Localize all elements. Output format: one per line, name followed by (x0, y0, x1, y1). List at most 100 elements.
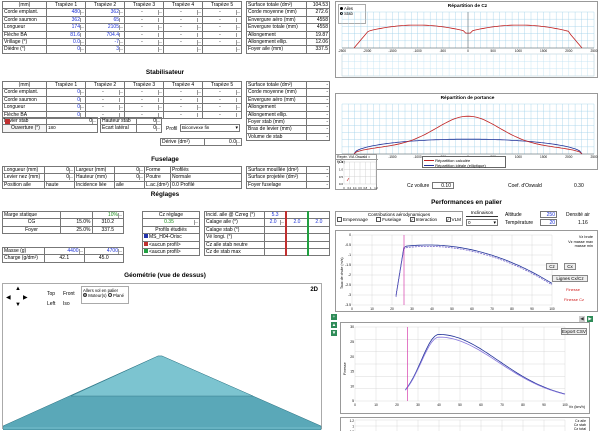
check-vlm[interactable]: ✓ VLM (445, 217, 461, 223)
wing-cell[interactable]: - (163, 38, 203, 47)
view-left-button[interactable]: Left (47, 301, 55, 307)
stab-cell[interactable]: - (85, 103, 125, 112)
wing-cell[interactable]: 0 (46, 45, 86, 54)
wing-cell[interactable]: 81.6 (46, 30, 86, 40)
btn-lignes[interactable]: Lignes Cx/Cz (552, 275, 588, 282)
arrow-right-icon[interactable]: ▶ (23, 294, 28, 301)
check-empennage[interactable]: Empennage (337, 217, 368, 223)
wing-cell[interactable]: 704.4 (85, 30, 125, 40)
oswald-plot: 1.5 1.0 0.5 0.00 0.2 0.4 0.6 0.8 1 1.2 (339, 160, 378, 190)
lac-cell[interactable]: 0.0 Profilé (170, 180, 242, 190)
wing-cell[interactable]: - (202, 38, 242, 47)
arrow-up-icon[interactable]: ▲ (15, 286, 21, 292)
fus-largeur-input[interactable]: 0 (114, 165, 145, 175)
wing-cell[interactable]: - (163, 15, 203, 25)
fus-longueur-input[interactable]: 0 (44, 165, 75, 175)
stab-cell[interactable]: - (163, 110, 203, 120)
profil-3-select[interactable]: <aucun profil> (142, 248, 200, 257)
view-iso-button[interactable]: Iso (63, 301, 70, 307)
hauteur-stab-input[interactable]: 0 (136, 116, 162, 126)
stab-cell[interactable]: - (124, 103, 164, 112)
stab-cell[interactable]: - (85, 95, 125, 105)
wing-cell[interactable]: 2105 (85, 23, 125, 32)
wing-cell[interactable]: - (163, 23, 203, 32)
masse-max-input[interactable]: 4700 (83, 246, 124, 256)
fus-hauteur-input[interactable]: 0 (114, 173, 145, 182)
radio-moteur[interactable] (83, 293, 87, 297)
stab-cell[interactable]: - (163, 95, 203, 105)
radio-plane[interactable] (107, 293, 112, 297)
stab-cell[interactable]: - (163, 103, 203, 112)
view-top-button[interactable]: Top (47, 291, 55, 297)
wing-cell[interactable]: 174 (46, 23, 86, 32)
nav-pad[interactable]: ▲ ◀ ▶ ▼ (6, 286, 30, 310)
stab-cell[interactable]: 0 (46, 88, 86, 97)
fus-levier-input[interactable]: 0 (44, 173, 75, 182)
check-interaction[interactable]: ✓ Interaction (409, 217, 437, 223)
wing-cell[interactable] (124, 45, 164, 54)
wing-cell[interactable]: - (124, 38, 164, 47)
cz-reglage-input[interactable]: 0.35 (142, 218, 200, 227)
position-aile-select[interactable]: haute (44, 180, 75, 190)
ecart-lateral-input[interactable]: 0 (136, 124, 162, 133)
wing-cell[interactable]: - (124, 30, 164, 40)
zoom-in-icon[interactable]: + (331, 314, 337, 320)
ouverture-select[interactable]: 180 (46, 124, 98, 133)
arrow-down-icon[interactable]: ▼ (15, 302, 21, 308)
wing-cell[interactable]: - (202, 15, 242, 25)
inclinaison-select[interactable]: 0 (466, 219, 498, 226)
btn-cz[interactable]: Cz (546, 263, 558, 270)
levier-stab-input[interactable]: 0 (46, 116, 98, 126)
wing-cell[interactable]: - (202, 30, 242, 40)
wing-cell[interactable]: - (202, 23, 242, 32)
view-mode-badge[interactable]: 2D (310, 287, 318, 293)
wing-cell[interactable]: - (124, 23, 164, 32)
wing-cell[interactable]: 362 (46, 15, 86, 25)
stab-cell[interactable]: 0 (46, 95, 86, 105)
masse-input[interactable]: 4400 (44, 246, 85, 256)
cz-voilure-value[interactable]: 0.10 (432, 182, 454, 189)
wing-cell[interactable]: 0.0 (46, 38, 86, 47)
profil-stab-select[interactable]: Biconvexe fin (180, 124, 240, 132)
wing-cell[interactable]: 3 (85, 45, 125, 54)
check-fuselage[interactable]: Fuselage (376, 217, 401, 223)
marge-statique-input[interactable]: 10% (91, 210, 124, 220)
wing-cell[interactable]: 362 (85, 8, 125, 17)
profil-1-select[interactable]: MS_H04-Orisc (142, 233, 200, 242)
stab-cell[interactable]: - (85, 88, 125, 97)
wing-cell[interactable]: 480 (46, 8, 86, 17)
fus-forme-select[interactable]: Profilés (170, 165, 242, 175)
profil-2-select[interactable]: <aucun profil> (142, 240, 200, 250)
incidence-liee-select[interactable]: aile (114, 180, 145, 190)
collapse-icon[interactable]: ▲ (331, 322, 337, 328)
wing-cell[interactable]: - (124, 15, 164, 25)
calage-aile-input[interactable]: 2.0 (264, 218, 287, 227)
wing-cell[interactable]: - (163, 8, 203, 17)
stab-cell[interactable]: - (124, 95, 164, 105)
stab-cell[interactable]: - (202, 88, 242, 97)
fus-poutre-select[interactable]: Normale (170, 173, 242, 182)
wing-cell[interactable]: - (163, 30, 203, 40)
stab-cell[interactable]: - (163, 88, 203, 97)
wing-cell[interactable] (202, 45, 242, 54)
stab-cell[interactable]: - (202, 103, 242, 112)
arrow-left-icon[interactable]: ◀ (6, 294, 11, 301)
stab-cell[interactable]: - (202, 95, 242, 105)
wing-cell[interactable]: - (124, 8, 164, 17)
wing-cell[interactable]: -7 (85, 38, 125, 47)
stab-cell[interactable]: 0 (46, 103, 86, 112)
expand-icon[interactable]: ▼ (331, 330, 337, 336)
temperature-input[interactable]: 20 (540, 219, 557, 226)
geometrie-view[interactable]: 2D ▲ ◀ ▶ ▼ Top Front Left Iso Allers vol… (2, 283, 322, 430)
view-front-button[interactable]: Front (63, 291, 75, 297)
altitude-input[interactable]: 250 (540, 211, 557, 218)
wing-cell[interactable] (163, 45, 203, 54)
stab-cell[interactable]: - (202, 110, 242, 120)
derive-input[interactable]: 0.0 (204, 137, 242, 147)
stab-cell[interactable]: - (124, 88, 164, 97)
lac-label: L.ac.(dm²) (144, 180, 171, 190)
wing-cell[interactable]: - (202, 8, 242, 17)
wing-cell[interactable]: 65 (85, 15, 125, 25)
export-csv-button[interactable]: Export CSV (561, 328, 587, 335)
btn-cx[interactable]: Cx (564, 263, 576, 270)
